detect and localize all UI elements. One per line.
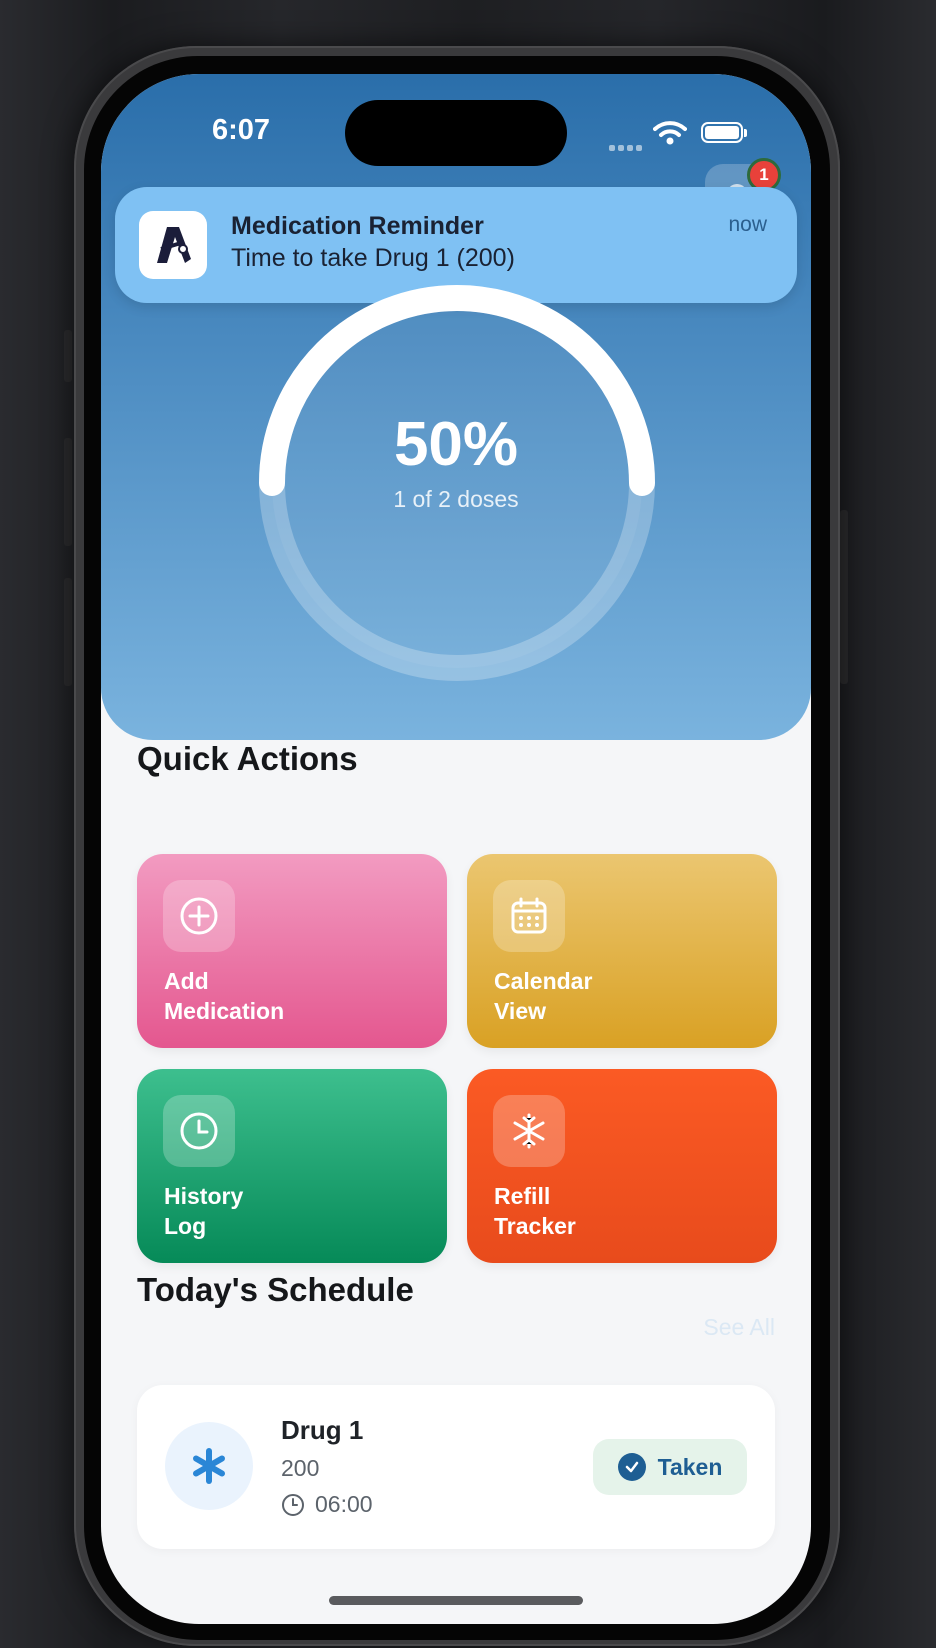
history-log-button[interactable]: History Log	[137, 1069, 447, 1263]
checkmark-icon	[617, 1453, 646, 1481]
wifi-icon	[653, 120, 687, 151]
medication-dose: 200	[281, 1455, 320, 1481]
tile-label: Add Medication	[164, 968, 285, 1024]
battery-icon	[701, 122, 747, 143]
volume-up-button[interactable]	[64, 438, 72, 546]
notification-body: Time to take Drug 1 (200)	[231, 244, 515, 272]
notification-title: Medication Reminder	[231, 212, 484, 240]
app-screen: 6:07 1 Medication Reminder Time to take …	[101, 74, 811, 1624]
schedule-title: Today's Schedule	[137, 1271, 414, 1308]
action-button[interactable]	[64, 330, 72, 382]
plus-circle-icon	[163, 880, 235, 952]
volume-down-button[interactable]	[64, 578, 72, 686]
home-indicator[interactable]	[329, 1596, 583, 1605]
schedule-item[interactable]: Drug 1 200 06:00 Taken	[137, 1385, 775, 1549]
taken-status-button[interactable]: Taken	[593, 1439, 747, 1495]
medication-time: 06:00	[281, 1491, 373, 1518]
see-all-link[interactable]: See All	[703, 1314, 775, 1341]
calendar-view-button[interactable]: Calendar View	[467, 854, 777, 1048]
doses-count: 1 of 2 doses	[393, 486, 519, 512]
refill-tracker-button[interactable]: Refill Tracker	[467, 1069, 777, 1263]
clock-icon	[282, 1493, 304, 1516]
tile-label: Calendar View	[494, 968, 593, 1024]
power-button[interactable]	[840, 510, 848, 684]
cellular-signal-icon	[609, 138, 645, 156]
snowflake-icon	[493, 1095, 565, 1167]
progress-percent: 50%	[393, 410, 519, 479]
medication-name: Drug 1	[281, 1415, 364, 1445]
quick-actions-title: Quick Actions	[137, 740, 358, 777]
clock-icon	[163, 1095, 235, 1167]
notification-time: now	[728, 213, 767, 236]
tile-label: History Log	[164, 1183, 244, 1239]
asterisk-icon	[165, 1422, 253, 1510]
dynamic-island	[345, 100, 567, 166]
progress-ring	[259, 285, 655, 681]
status-time: 6:07	[211, 114, 271, 146]
app-logo-icon	[139, 211, 207, 279]
tile-label: Refill Tracker	[494, 1183, 576, 1239]
add-medication-button[interactable]: Add Medication	[137, 854, 447, 1048]
calendar-icon	[493, 880, 565, 952]
